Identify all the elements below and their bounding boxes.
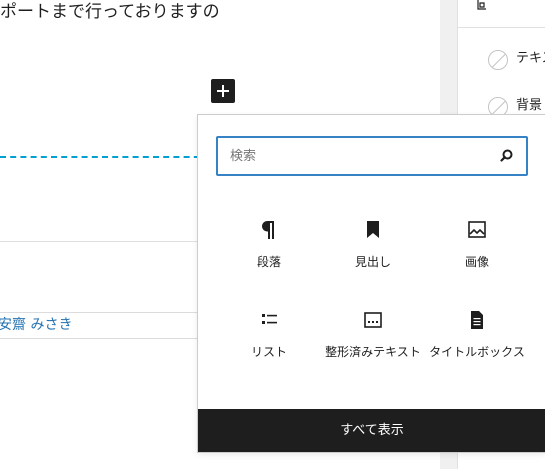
block-label: 段落 [256, 255, 281, 269]
plus-icon [217, 85, 229, 97]
search-field[interactable] [216, 136, 528, 176]
panel-icon [477, 0, 486, 10]
block-label: 整形済みテキスト [325, 345, 421, 359]
block-image[interactable]: 画像 [422, 219, 532, 299]
sidebar-divider [458, 27, 545, 28]
author-link[interactable]: 安齋 みさき [0, 317, 72, 334]
heading-bookmark-icon [367, 221, 379, 238]
search-input[interactable] [230, 147, 480, 165]
block-heading[interactable]: 見出し [318, 219, 428, 299]
block-preformatted[interactable]: 整形済みテキスト [318, 309, 428, 389]
block-inserter-popover: 段落 見出し 画像 リスト 整形済みテキスト [197, 114, 545, 453]
color-option-label: テキスト [516, 51, 545, 66]
editor-paragraph[interactable]: ポートまで行っておりますの [0, 1, 220, 23]
color-option-label: 背景 [516, 98, 543, 113]
author-field: 安齋 みさき [0, 312, 198, 339]
color-option-text[interactable]: テキスト [488, 49, 545, 73]
list-icon [262, 314, 277, 324]
document-icon [471, 311, 483, 329]
block-label: タイトルボックス [429, 345, 525, 359]
block-list[interactable]: リスト [214, 309, 324, 389]
block-label: リスト [250, 345, 287, 359]
show-all-button[interactable]: すべて表示 [198, 409, 545, 452]
add-block-button[interactable] [211, 79, 235, 103]
no-color-swatch-icon [488, 50, 508, 70]
paragraph-icon [262, 221, 274, 239]
block-label: 画像 [464, 255, 489, 269]
block-paragraph[interactable]: 段落 [214, 219, 324, 299]
separator-line [0, 241, 198, 242]
block-label: 見出し [354, 255, 391, 269]
image-icon [468, 221, 486, 238]
preformatted-icon [364, 312, 382, 328]
search-icon[interactable] [498, 147, 516, 165]
block-title-box[interactable]: タイトルボックス [422, 309, 532, 389]
block-drop-guide [0, 156, 210, 158]
